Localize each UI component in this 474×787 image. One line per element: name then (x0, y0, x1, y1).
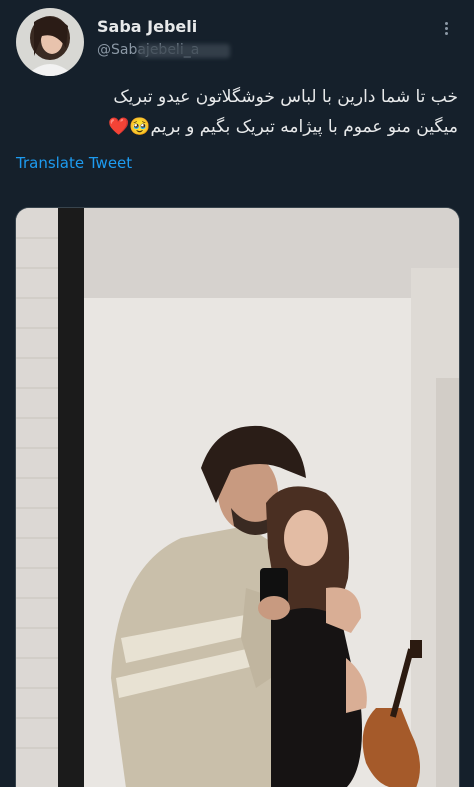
author-display-name[interactable]: Saba Jebeli (97, 17, 197, 36)
handle-redaction (138, 44, 230, 58)
tweet-text-line: خب تا شما دارین با لباس خوشگلاتون عیدو ت… (113, 87, 458, 107)
more-dots-icon[interactable] (434, 16, 458, 40)
tweet-header: Saba Jebeli @Sabajebeli_a (0, 0, 474, 80)
tweet-text-line: میگین منو عموم با پیژامه تبریک بگیم و بر… (108, 117, 458, 137)
tweet-text: خب تا شما دارین با لباس خوشگلاتون عیدو ت… (18, 82, 458, 142)
author-avatar[interactable] (16, 8, 84, 76)
tweet-photo[interactable] (15, 207, 460, 787)
translate-tweet-link[interactable]: Translate Tweet (16, 154, 132, 172)
